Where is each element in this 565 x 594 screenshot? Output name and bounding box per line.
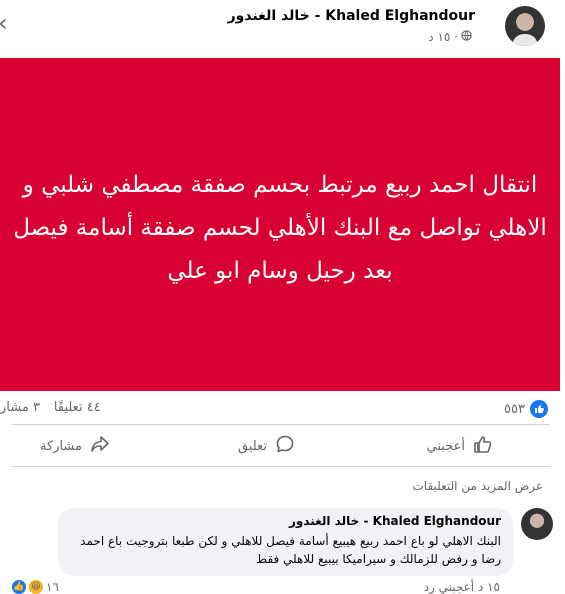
thumbs-up-icon [473,434,493,458]
comment-bubble: خالد الغندور - Khaled Elghandour البنك ا… [58,508,513,576]
like-reaction-icon [530,400,548,418]
post-meta: ١٥ د · [428,30,472,44]
post-time: ١٥ د · [428,30,458,44]
like-reaction-icon: 👍 [12,580,26,594]
post-banner[interactable]: انتقال احمد ربيع مرتبط بحسم صفقة مصطفي ش… [0,58,560,391]
counts: ٤٤ تعليقًا ٣ مشار [0,400,101,415]
share-label: مشاركة [40,438,82,454]
like-button[interactable]: أعجبني [427,432,493,460]
comment-button[interactable]: تعليق [238,432,295,460]
back-chevron-icon[interactable]: ‹ [0,8,20,38]
divider [12,424,550,425]
comment-actions[interactable]: ١٥ د أعجبني رد [424,580,500,594]
comment-text: البنك الاهلي لو باع احمد ربيع هيبيع أسام… [80,534,501,566]
share-button[interactable]: مشاركة [40,432,110,460]
banner-text: انتقال احمد ربيع مرتبط بحسم صفقة مصطفي ش… [13,172,547,284]
globe-icon [461,30,472,44]
comment-reactions-count: ١٦ [46,580,59,594]
author-avatar[interactable] [505,6,545,46]
comment-footer: 👍 😆 ١٦ ١٥ د أعجبني رد [0,580,560,594]
comment-reactions[interactable]: 👍 😆 ١٦ [12,580,59,594]
reactions-count: ٥٥٣ [504,401,525,417]
like-label: أعجبني [426,438,465,454]
post-stats: ٥٥٣ ٤٤ تعليقًا ٣ مشار [0,394,560,424]
comment-label: تعليق [238,438,267,454]
commenter-avatar[interactable] [521,508,553,540]
comment-author[interactable]: خالد الغندور - Khaled Elghandour [289,514,501,528]
reactions-summary[interactable]: ٥٥٣ [504,400,548,418]
shares-count[interactable]: ٣ مشار [0,400,40,415]
post-author[interactable]: خالد الغندور - Khaled Elghandour [228,8,475,24]
divider [12,466,550,467]
haha-reaction-icon: 😆 [29,580,43,594]
comment-bubble-icon [275,434,295,458]
comments-count[interactable]: ٤٤ تعليقًا [54,400,101,415]
view-more-comments-link[interactable]: عرض المزيد من التعليقات [413,479,544,493]
share-arrow-icon [90,434,110,458]
